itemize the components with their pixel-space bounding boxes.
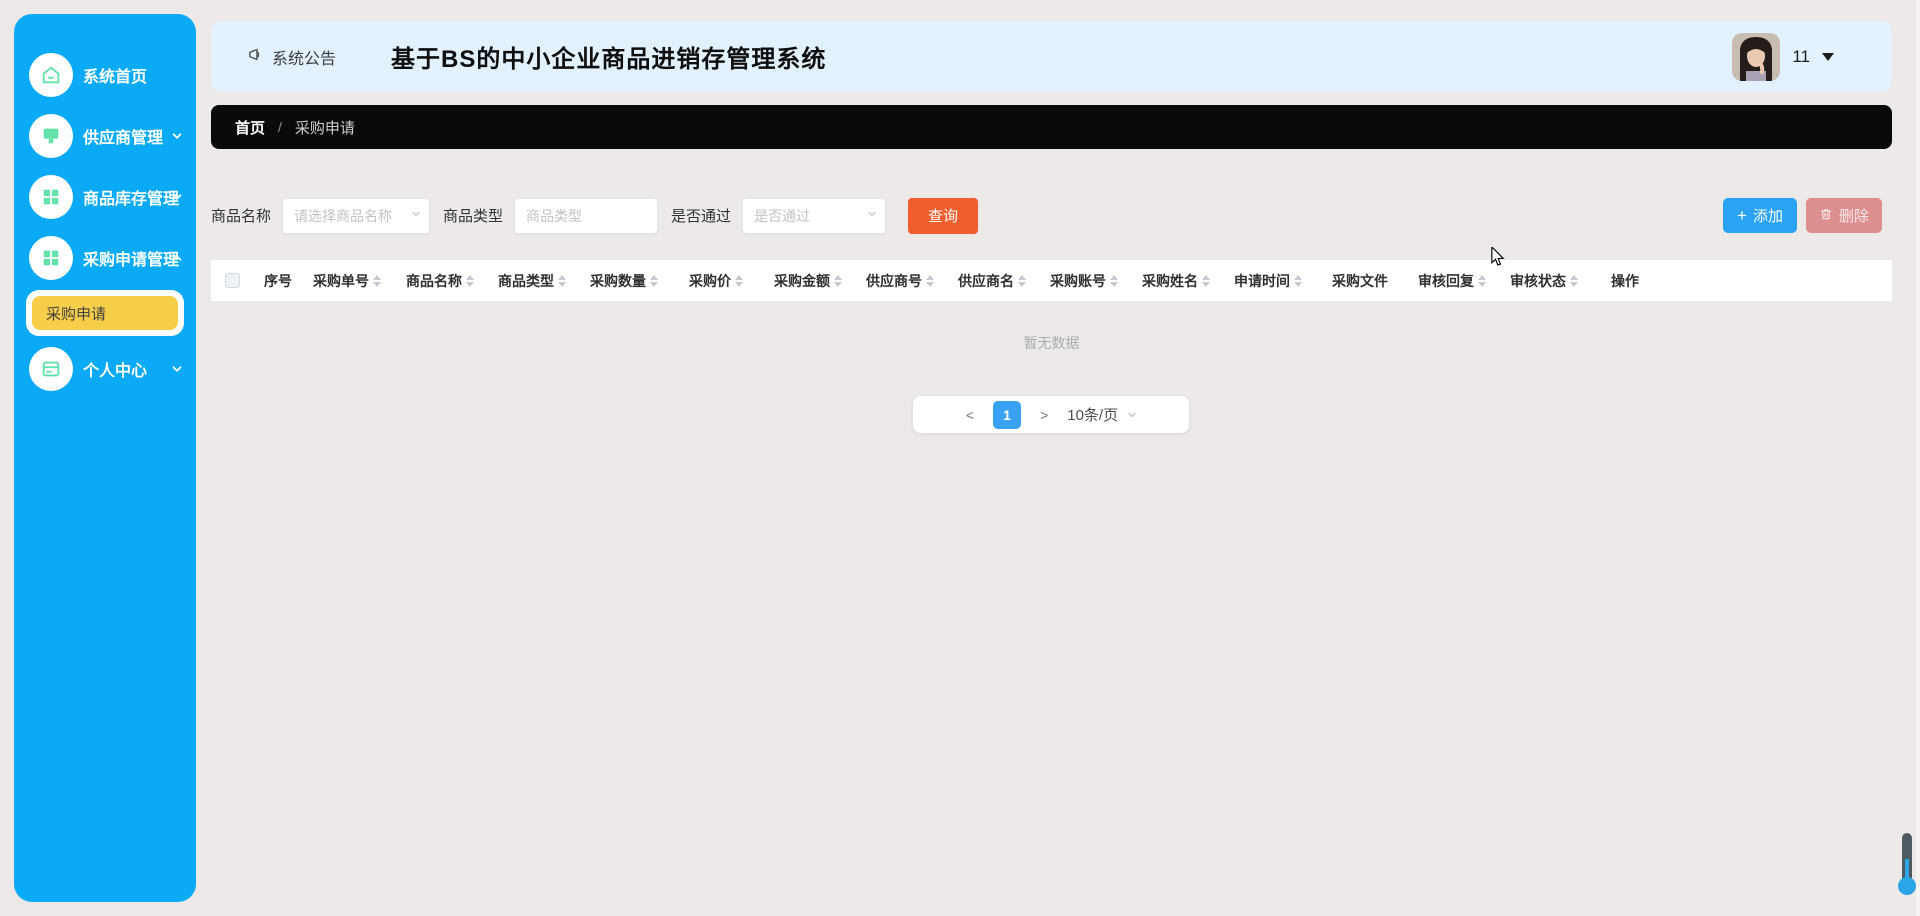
prev-page-button[interactable]: < <box>964 407 976 423</box>
breadcrumb-separator: / <box>278 119 282 135</box>
column-header-sortable[interactable]: 审核状态 <box>1498 271 1590 291</box>
select-all-checkbox[interactable] <box>225 273 240 288</box>
sidebar-item-label: 商品库存管理 <box>83 190 180 208</box>
sidebar-item-label: 系统首页 <box>83 68 148 86</box>
page: 系统首页 供应商管理 商品库存管理 采购申请管理 采购申请 个人中心 系统公告 … <box>0 0 1920 916</box>
user-badge: 11 <box>1792 46 1810 66</box>
chevron-up-icon <box>170 251 184 265</box>
breadcrumb-home[interactable]: 首页 <box>235 117 265 138</box>
sort-caret-icon[interactable] <box>1018 274 1026 287</box>
column-header-sortable[interactable]: 商品名称 <box>394 271 486 291</box>
page-size-label: 10条/页 <box>1067 407 1119 424</box>
page-size-select[interactable]: 10条/页 <box>1067 404 1138 425</box>
chevron-down-icon <box>170 362 184 376</box>
column-header-sortable[interactable]: 采购价 <box>670 271 762 291</box>
breadcrumb-current: 采购申请 <box>294 119 355 137</box>
header: 系统公告 基于BS的中小企业商品进销存管理系统 11 <box>211 21 1892 92</box>
add-button-label: 添加 <box>1752 208 1783 225</box>
sort-caret-icon[interactable] <box>1478 274 1486 287</box>
column-header: 序号 <box>264 272 292 289</box>
column-header-sortable[interactable]: 采购金额 <box>762 271 854 291</box>
system-notice-link[interactable]: 系统公告 <box>247 21 336 92</box>
filter-bar: 商品名称 商品类型 是否通过 查询 + 添加 <box>211 197 1892 234</box>
action-buttons: + 添加 删除 <box>1723 197 1882 234</box>
supplier-icon <box>29 113 73 158</box>
chevron-down-icon <box>170 129 184 143</box>
filter-name-select <box>282 197 431 234</box>
filter-type-label: 商品类型 <box>443 208 504 225</box>
page-number-button[interactable]: 1 <box>993 400 1022 429</box>
column-header: 操作 <box>1611 272 1639 289</box>
sort-caret-icon[interactable] <box>1110 274 1118 287</box>
sort-caret-icon[interactable] <box>650 274 658 287</box>
column-header-sortable[interactable]: 采购姓名 <box>1130 271 1222 291</box>
column-header-sortable[interactable]: 采购数量 <box>578 271 670 291</box>
sidebar-item-inventory[interactable]: 商品库存管理 <box>14 166 196 227</box>
filter-pass-label: 是否通过 <box>671 208 732 225</box>
column-header-sortable[interactable]: 商品类型 <box>486 271 578 291</box>
grid-icon <box>29 235 73 280</box>
filter-type-field <box>514 197 659 234</box>
filter-pass-select <box>742 197 887 234</box>
submenu-container: 采购申请 <box>26 290 184 336</box>
trash-icon <box>1819 207 1833 225</box>
sidebar-item-purchase-mgmt[interactable]: 采购申请管理 <box>14 227 196 288</box>
next-page-button[interactable]: > <box>1038 407 1050 423</box>
breadcrumb: 首页 / 采购申请 <box>211 105 1892 149</box>
add-button[interactable]: + 添加 <box>1723 198 1797 233</box>
product-name-select[interactable] <box>282 197 431 234</box>
user-area: 11 <box>1732 21 1834 92</box>
delete-button[interactable]: 删除 <box>1805 198 1882 233</box>
table-header-row: 序号 采购单号 商品名称 商品类型 采购数量 采购价 采购金额 供应商号 供应商… <box>211 260 1892 301</box>
sidebar-item-label: 个人中心 <box>83 362 148 380</box>
card-icon <box>29 346 73 391</box>
column-header-sortable[interactable]: 供应商名 <box>946 271 1038 291</box>
column-header-sortable[interactable]: 审核回复 <box>1406 271 1498 291</box>
sidebar-subitem-purchase-request[interactable]: 采购申请 <box>32 296 178 330</box>
sort-caret-icon[interactable] <box>373 274 381 287</box>
column-header: 采购文件 <box>1332 272 1388 289</box>
page-title: 基于BS的中小企业商品进销存管理系统 <box>391 46 827 73</box>
chevron-down-icon <box>1128 412 1136 417</box>
column-header-sortable[interactable]: 采购单号 <box>300 271 394 291</box>
filter-name-label: 商品名称 <box>211 208 272 225</box>
chevron-down-icon <box>170 190 184 204</box>
grid-icon <box>29 174 73 219</box>
sort-caret-icon[interactable] <box>926 274 934 287</box>
scroll-thermometer-widget[interactable] <box>1897 833 1917 897</box>
user-menu-caret-icon[interactable] <box>1822 52 1834 61</box>
submenu-label: 采购申请 <box>46 305 107 323</box>
sort-caret-icon[interactable] <box>1570 274 1578 287</box>
megaphone-icon <box>247 46 264 68</box>
sort-caret-icon[interactable] <box>735 274 743 287</box>
sort-caret-icon[interactable] <box>1294 274 1302 287</box>
avatar[interactable] <box>1732 32 1781 81</box>
empty-state-text: 暂无数据 <box>1023 335 1080 351</box>
sidebar-item-label: 供应商管理 <box>83 129 164 147</box>
column-header-sortable[interactable]: 供应商号 <box>854 271 946 291</box>
system-notice-label: 系统公告 <box>272 50 337 68</box>
sort-caret-icon[interactable] <box>1202 274 1210 287</box>
plus-icon: + <box>1737 206 1747 225</box>
pagination: < 1 > 10条/页 <box>913 396 1189 433</box>
sidebar-item-suppliers[interactable]: 供应商管理 <box>14 105 196 166</box>
pass-status-select[interactable] <box>742 197 887 234</box>
scrollbar-track[interactable] <box>1916 0 1920 916</box>
sidebar: 系统首页 供应商管理 商品库存管理 采购申请管理 采购申请 个人中心 <box>14 14 196 902</box>
column-header-sortable[interactable]: 申请时间 <box>1222 271 1314 291</box>
sidebar-item-home[interactable]: 系统首页 <box>14 44 196 105</box>
search-button[interactable]: 查询 <box>908 197 979 234</box>
sidebar-item-profile[interactable]: 个人中心 <box>14 338 196 399</box>
sort-caret-icon[interactable] <box>466 274 474 287</box>
delete-button-label: 删除 <box>1838 208 1869 225</box>
sidebar-item-label: 采购申请管理 <box>83 251 180 269</box>
sort-caret-icon[interactable] <box>558 274 566 287</box>
sort-caret-icon[interactable] <box>834 274 842 287</box>
home-icon <box>29 52 73 97</box>
product-type-input[interactable] <box>514 197 659 234</box>
column-header-sortable[interactable]: 采购账号 <box>1038 271 1130 291</box>
